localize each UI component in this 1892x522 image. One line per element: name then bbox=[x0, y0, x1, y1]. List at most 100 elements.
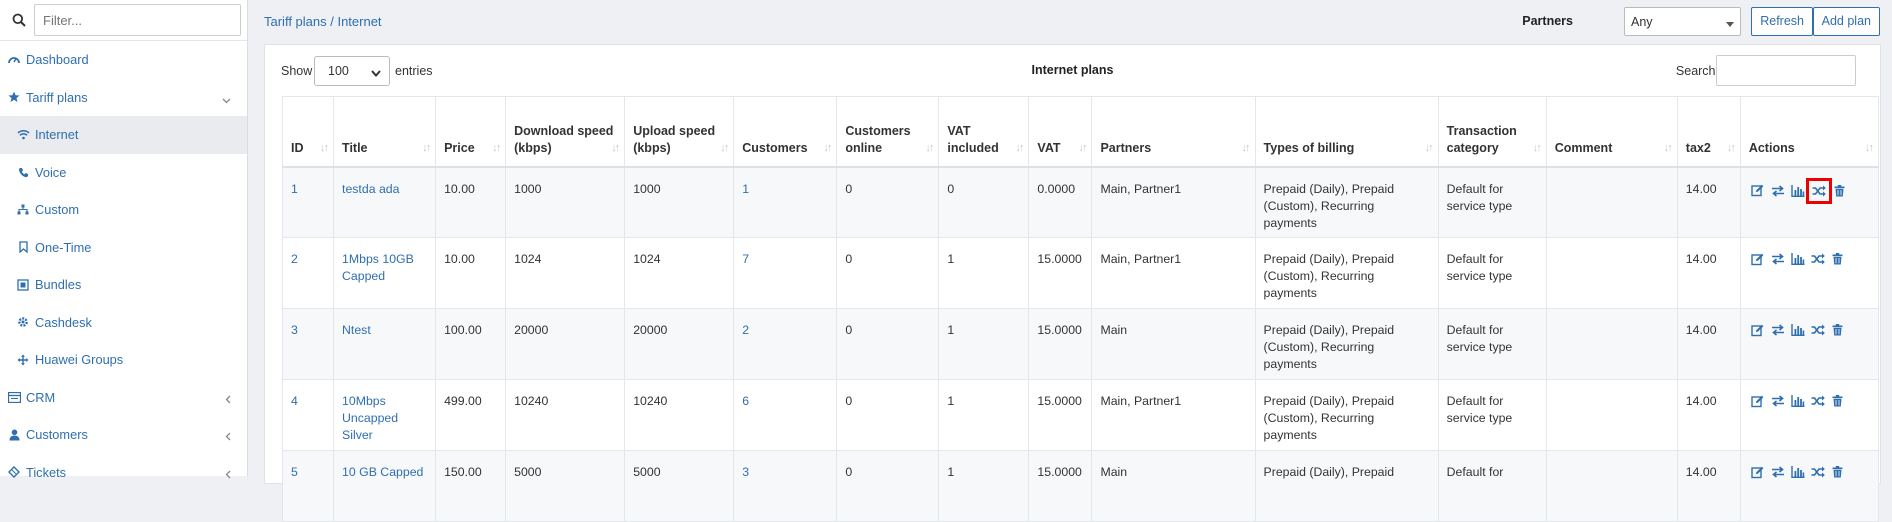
sidebar-item-bundles[interactable]: Bundles bbox=[0, 266, 247, 304]
sidebar-item-crm[interactable]: CRM bbox=[0, 379, 247, 417]
cell-customers-online: 0 bbox=[836, 450, 940, 522]
column-header-vat[interactable]: VAT ↓↑ bbox=[1028, 96, 1093, 168]
statistics-icon[interactable] bbox=[1789, 464, 1807, 480]
partners-label: Partners bbox=[1522, 14, 1573, 28]
edit-icon[interactable] bbox=[1749, 322, 1767, 338]
plan-title-link[interactable]: 1Mbps 10GB Capped bbox=[342, 252, 414, 283]
column-header-customers[interactable]: Customers ↓↑ bbox=[733, 96, 838, 168]
plan-title-link[interactable]: Ntest bbox=[342, 323, 371, 337]
column-header-download-speed[interactable]: Download speed (kbps) ↓↑ bbox=[505, 96, 626, 168]
column-header-types-of-billing[interactable]: Types of billing ↓↑ bbox=[1254, 96, 1439, 168]
sidebar-item-tariff-plans[interactable]: Tariff plans bbox=[0, 79, 247, 117]
column-header-price[interactable]: Price ↓↑ bbox=[435, 96, 507, 168]
cell-tax2: 14.00 bbox=[1676, 450, 1741, 522]
row-actions bbox=[1749, 322, 1870, 338]
column-header-transaction-category[interactable]: Transaction category ↓↑ bbox=[1437, 96, 1547, 168]
column-header-upload-speed[interactable]: Upload speed (kbps) ↓↑ bbox=[624, 96, 735, 168]
cell-comment bbox=[1545, 379, 1678, 451]
add-plan-button[interactable]: Add plan bbox=[1812, 7, 1880, 36]
cell-title: 10 GB Capped bbox=[333, 450, 437, 522]
plan-id-link[interactable]: 4 bbox=[291, 394, 298, 408]
column-header-comment[interactable]: Comment ↓↑ bbox=[1545, 96, 1678, 168]
change-plan-icon[interactable] bbox=[1769, 464, 1787, 480]
shuffle-icon[interactable] bbox=[1809, 322, 1827, 338]
column-header-title[interactable]: Title ↓↑ bbox=[333, 96, 437, 168]
column-header-customers-online[interactable]: Customers online ↓↑ bbox=[836, 96, 940, 168]
cell-tax2: 14.00 bbox=[1676, 379, 1741, 451]
column-header-vat-included[interactable]: VAT included ↓↑ bbox=[938, 96, 1030, 168]
plan-id-link[interactable]: 5 bbox=[291, 465, 298, 479]
breadcrumb[interactable]: Tariff plans / Internet bbox=[264, 14, 382, 29]
column-header-id[interactable]: ID ↓↑ bbox=[281, 96, 335, 168]
sort-icon: ↓↑ bbox=[1241, 141, 1251, 154]
cell-price: 100.00 bbox=[435, 308, 507, 380]
delete-icon[interactable] bbox=[1829, 251, 1847, 267]
cell-upload-speed: 1024 bbox=[624, 237, 735, 309]
plan-title-link[interactable]: testda ada bbox=[342, 182, 399, 196]
sidebar-item-one-time[interactable]: One-Time bbox=[0, 229, 247, 267]
delete-icon[interactable] bbox=[1831, 183, 1849, 199]
edit-icon[interactable] bbox=[1749, 393, 1767, 409]
change-plan-icon[interactable] bbox=[1769, 393, 1787, 409]
cell-customers: 1 bbox=[733, 166, 838, 238]
sort-icon: ↓↑ bbox=[925, 141, 934, 154]
cell-customers-online: 0 bbox=[836, 308, 940, 380]
cell-transaction-category: Default for service type bbox=[1437, 308, 1547, 380]
cell-price: 10.00 bbox=[435, 166, 507, 238]
edit-icon[interactable] bbox=[1749, 183, 1767, 199]
table-search-input[interactable] bbox=[1716, 55, 1856, 86]
sidebar-item-dashboard[interactable]: Dashboard bbox=[0, 41, 247, 79]
shuffle-icon[interactable] bbox=[1809, 393, 1827, 409]
plan-title-link[interactable]: 10Mbps Uncapped Silver bbox=[342, 394, 398, 442]
sidebar-item-custom[interactable]: Custom bbox=[0, 191, 247, 229]
sidebar-item-huawei-groups[interactable]: Huawei Groups bbox=[0, 341, 247, 379]
search-icon[interactable] bbox=[4, 4, 34, 36]
cell-transaction-category: Default for service type bbox=[1437, 237, 1547, 309]
customers-count-link[interactable]: 1 bbox=[742, 182, 749, 196]
cell-vat-included: 1 bbox=[938, 308, 1030, 380]
shuffle-icon[interactable] bbox=[1809, 251, 1827, 267]
edit-icon[interactable] bbox=[1749, 464, 1767, 480]
cell-upload-speed: 1000 bbox=[624, 166, 735, 238]
delete-icon[interactable] bbox=[1829, 322, 1847, 338]
sort-icon: ↓↑ bbox=[1865, 141, 1874, 154]
row-actions bbox=[1749, 177, 1870, 204]
cell-tax2: 14.00 bbox=[1676, 237, 1741, 309]
edit-icon[interactable] bbox=[1749, 251, 1767, 267]
sidebar-item-voice[interactable]: Voice bbox=[0, 154, 247, 192]
statistics-icon[interactable] bbox=[1789, 251, 1807, 267]
partners-select[interactable]: Any bbox=[1624, 7, 1741, 36]
sidebar-item-label: Custom bbox=[35, 202, 80, 218]
customers-count-link[interactable]: 3 bbox=[742, 465, 749, 479]
statistics-icon[interactable] bbox=[1789, 393, 1807, 409]
customers-count-link[interactable]: 7 bbox=[742, 252, 749, 266]
sidebar-item-internet[interactable]: Internet bbox=[0, 116, 247, 154]
refresh-button[interactable]: Refresh bbox=[1751, 7, 1813, 36]
sort-icon: ↓↑ bbox=[422, 141, 431, 154]
sidebar-item-tickets[interactable]: Tickets bbox=[0, 454, 247, 492]
sidebar-item-cashdesk[interactable]: Cashdesk bbox=[0, 304, 247, 342]
column-header-tax2[interactable]: tax2 ↓↑ bbox=[1676, 96, 1741, 168]
statistics-icon[interactable] bbox=[1789, 322, 1807, 338]
plan-title-link[interactable]: 10 GB Capped bbox=[342, 465, 423, 479]
column-header-partners[interactable]: Partners ↓↑ bbox=[1091, 96, 1256, 168]
customers-count-link[interactable]: 6 bbox=[742, 394, 749, 408]
change-plan-icon[interactable] bbox=[1769, 251, 1787, 267]
change-plan-icon[interactable] bbox=[1769, 322, 1787, 338]
delete-icon[interactable] bbox=[1829, 393, 1847, 409]
shuffle-icon[interactable] bbox=[1805, 177, 1832, 204]
change-plan-icon[interactable] bbox=[1769, 183, 1787, 199]
plan-id-link[interactable]: 1 bbox=[291, 182, 298, 196]
plan-id-link[interactable]: 3 bbox=[291, 323, 298, 337]
sidebar-item-customers[interactable]: Customers bbox=[0, 416, 247, 454]
sort-icon: ↓↑ bbox=[1726, 141, 1736, 154]
statistics-icon[interactable] bbox=[1789, 183, 1807, 199]
gear-icon bbox=[16, 315, 30, 329]
sidebar-filter-input[interactable] bbox=[34, 4, 241, 36]
customers-count-link[interactable]: 2 bbox=[742, 323, 749, 337]
sidebar-item-label: Tariff plans bbox=[26, 89, 88, 105]
shuffle-icon[interactable] bbox=[1809, 464, 1827, 480]
cell-vat-included: 1 bbox=[938, 450, 1030, 522]
plan-id-link[interactable]: 2 bbox=[291, 252, 298, 266]
delete-icon[interactable] bbox=[1829, 464, 1847, 480]
